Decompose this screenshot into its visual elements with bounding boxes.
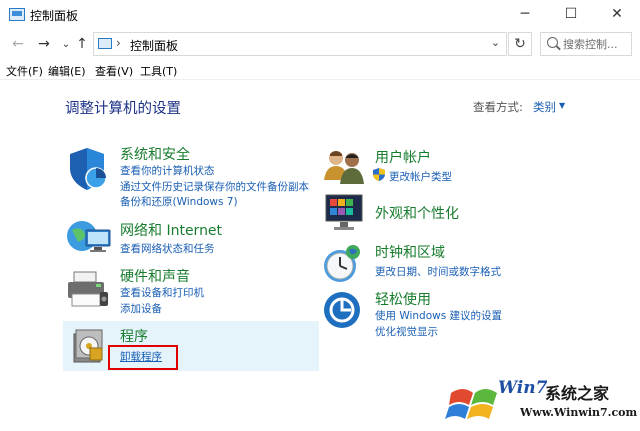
hardware-printer-icon — [68, 271, 108, 307]
close-button[interactable]: ✕ — [594, 0, 640, 28]
title-bar: 控制面板 ─ ☐ ✕ — [0, 0, 640, 28]
search-input[interactable] — [563, 36, 629, 52]
network-globe-icon — [67, 221, 111, 252]
clock-region-icon — [324, 245, 360, 282]
link-add-device[interactable]: 添加设备 — [120, 301, 162, 316]
watermark-site: Www.Winwin7.com — [520, 406, 638, 419]
link-file-history-backup[interactable]: 通过文件历史记录保存你的文件备份副本 — [120, 179, 309, 194]
category-ease-of-access[interactable]: 轻松使用 — [375, 289, 431, 309]
link-change-date-time-format[interactable]: 更改日期、时间或数字格式 — [375, 264, 501, 279]
address-bar[interactable]: › 控制面板 ⌄ — [93, 32, 507, 56]
menu-bar: 文件(F) 编辑(E) 查看(V) 工具(T) — [0, 60, 640, 80]
system-security-shield-icon — [70, 148, 107, 190]
category-network-internet[interactable]: 网络和 Internet — [120, 220, 222, 240]
search-icon — [547, 37, 558, 48]
category-hardware-sound[interactable]: 硬件和声音 — [120, 266, 190, 286]
control-panel-icon — [98, 38, 112, 49]
back-button[interactable]: ← — [8, 34, 28, 54]
menu-view[interactable]: 查看(V) — [95, 63, 133, 79]
link-backup-restore-win7[interactable]: 备份和还原(Windows 7) — [120, 194, 238, 209]
view-by-label: 查看方式: — [473, 100, 523, 114]
ease-of-access-icon — [324, 292, 360, 328]
watermark-brand: Win7 — [498, 378, 548, 398]
category-system-security[interactable]: 系统和安全 — [120, 144, 190, 164]
search-box[interactable] — [540, 32, 632, 56]
navigation-bar: ← → ⌄ ↑ › 控制面板 ⌄ ↻ — [0, 28, 640, 60]
user-accounts-icon — [324, 151, 364, 184]
menu-file[interactable]: 文件(F) — [6, 63, 43, 79]
menu-tools[interactable]: 工具(T) — [140, 63, 177, 79]
window-title: 控制面板 — [30, 9, 79, 23]
link-view-devices-printers[interactable]: 查看设备和打印机 — [120, 285, 204, 300]
breadcrumb-control-panel[interactable]: 控制面板 — [130, 37, 178, 54]
programs-installer-icon — [73, 329, 103, 363]
forward-button[interactable]: → — [34, 34, 54, 54]
link-change-account-type[interactable]: 更改帐户类型 — [389, 169, 452, 184]
category-user-accounts[interactable]: 用户帐户 — [375, 147, 431, 167]
minimize-button[interactable]: ─ — [502, 0, 548, 28]
page-title: 调整计算机的设置 — [65, 101, 181, 117]
maximize-button[interactable]: ☐ — [548, 0, 594, 28]
category-appearance-personalization[interactable]: 外观和个性化 — [375, 203, 459, 223]
category-programs[interactable]: 程序 — [120, 326, 148, 346]
control-panel-icon — [9, 8, 25, 21]
uac-shield-icon — [373, 168, 385, 181]
address-dropdown-icon[interactable]: ⌄ — [491, 36, 500, 49]
category-clock-region[interactable]: 时钟和区域 — [375, 242, 445, 262]
link-optimize-visual-display[interactable]: 优化视觉显示 — [375, 324, 438, 339]
menu-edit[interactable]: 编辑(E) — [48, 63, 86, 79]
refresh-button[interactable]: ↻ — [508, 32, 532, 56]
breadcrumb-separator: › — [116, 36, 121, 50]
appearance-personalization-icon — [325, 194, 363, 230]
link-view-network-status[interactable]: 查看网络状态和任务 — [120, 241, 215, 256]
up-button[interactable]: ↑ — [72, 34, 92, 54]
link-use-windows-recommended-settings[interactable]: 使用 Windows 建议的设置 — [375, 308, 502, 323]
annotation-highlight-box — [108, 345, 178, 370]
view-by-dropdown[interactable]: 类别 — [533, 99, 556, 115]
watermark-name: 系统之家 — [545, 384, 610, 403]
link-view-computer-status[interactable]: 查看你的计算机状态 — [120, 163, 215, 178]
view-by-caret-icon[interactable]: ▼ — [559, 101, 565, 110]
